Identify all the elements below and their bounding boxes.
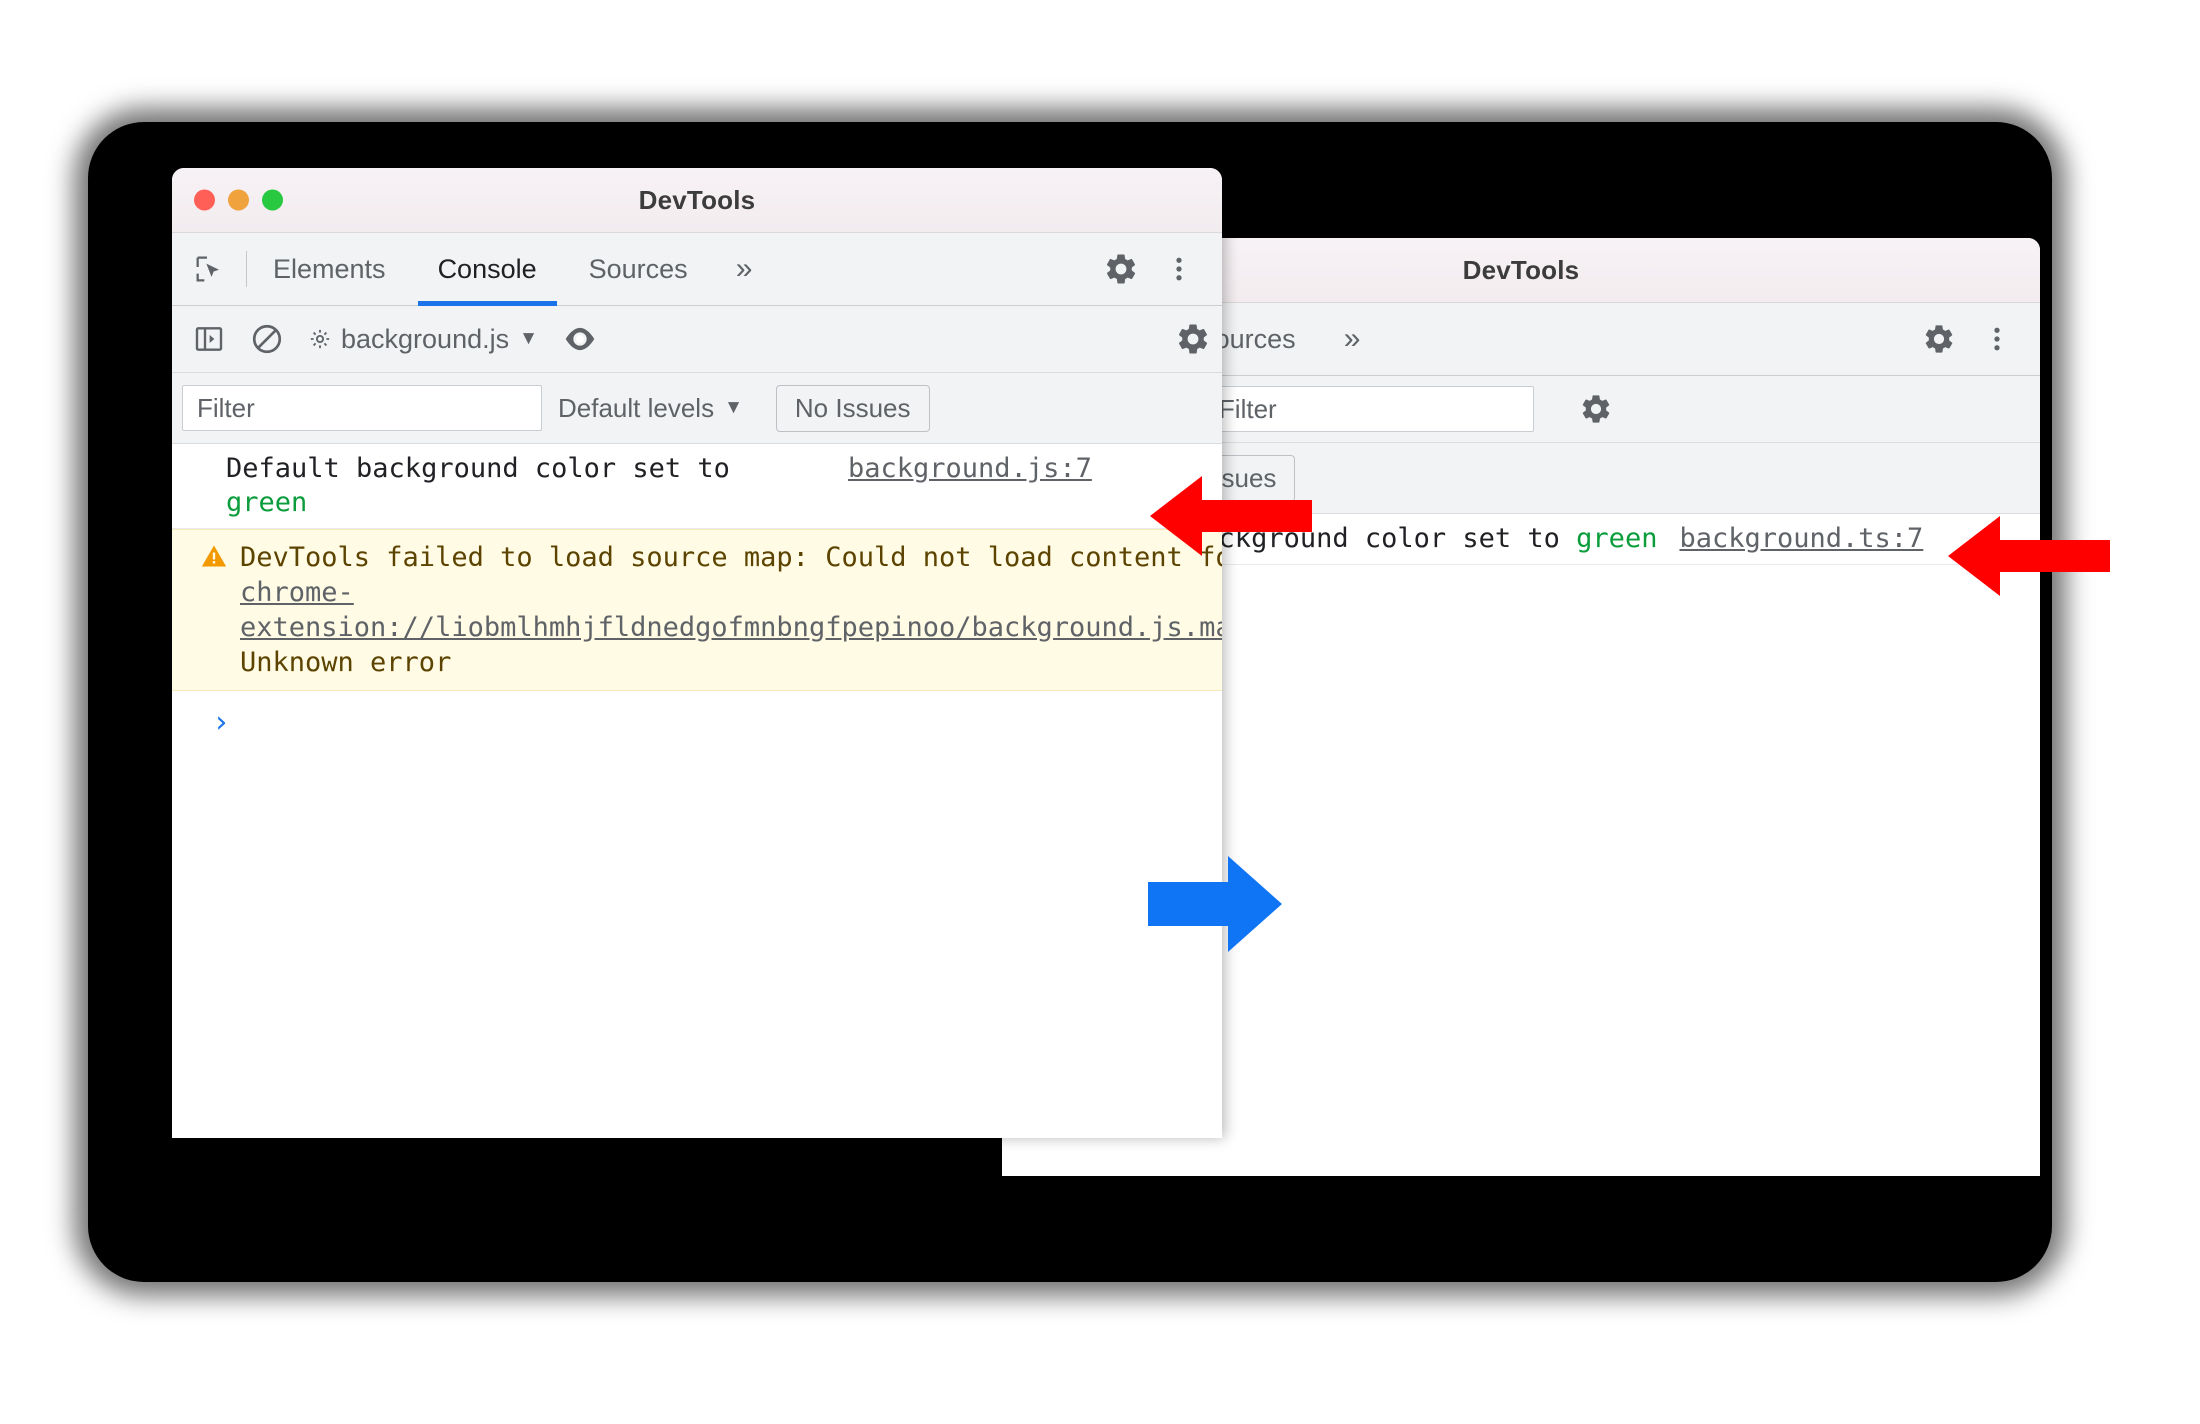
close-window-button[interactable]: [194, 189, 215, 211]
window1-warning-source-map-link[interactable]: chrome-extension://liobmlhmhjfldnedgofmn…: [240, 577, 1222, 643]
window1-traffic-lights: [194, 189, 283, 211]
window1-tab-sources-label: Sources: [588, 253, 688, 284]
window1-tab-console[interactable]: Console: [412, 233, 563, 306]
window1-console-settings-gear-icon[interactable]: [1164, 303, 1222, 375]
window1-gear-icon[interactable]: [1092, 233, 1150, 305]
window1-source-link[interactable]: background.js:7: [848, 452, 1092, 486]
window1-live-expression-eye-icon[interactable]: [551, 303, 609, 375]
window1-tab-elements-label: Elements: [273, 253, 386, 284]
window1-console-sidebar-icon[interactable]: [180, 303, 238, 375]
window1-titlebar: DevTools: [172, 168, 1222, 233]
window2-more-tabs-icon[interactable]: »: [1322, 303, 1383, 375]
window1-levels-caret-icon: ▼: [724, 397, 743, 418]
window1-more-tabs-icon[interactable]: »: [714, 233, 775, 305]
window1-title: DevTools: [638, 184, 756, 215]
window1-levels-label: Default levels: [558, 392, 715, 423]
window2-log-highlight: green: [1576, 523, 1658, 554]
window1-context-gear-icon: [309, 328, 331, 350]
window2-title: DevTools: [1462, 254, 1580, 285]
window1-filter-input[interactable]: Filter: [182, 385, 542, 431]
window1-log-levels-selector[interactable]: Default levels ▼: [558, 393, 743, 424]
window1-tab-console-label: Console: [437, 253, 537, 284]
window1-warning-text: DevTools failed to load source map: Coul…: [240, 540, 1222, 680]
window1-console-prompt[interactable]: ›: [172, 691, 1222, 754]
window2-gear-icon[interactable]: [1910, 303, 1968, 375]
window1-context-label: background.js: [341, 323, 510, 354]
window2-filter-placeholder: Filter: [1218, 393, 1277, 424]
window1-tab-sources[interactable]: Sources: [563, 233, 714, 305]
window1-clear-console-icon[interactable]: [238, 303, 296, 375]
devtools-window-before: DevTools Elements Console Sources » back…: [172, 168, 1222, 1138]
window1-inspect-button[interactable]: [172, 233, 246, 305]
red-arrow-left-annotation-1: [1150, 476, 1312, 556]
window2-kebab-menu-icon[interactable]: [1968, 303, 2026, 375]
window2-filter-input[interactable]: Filter: [1203, 386, 1534, 432]
window1-filter-placeholder: Filter: [197, 392, 255, 423]
window2-source-link[interactable]: background.ts:7: [1679, 522, 1923, 556]
window1-tabbar: Elements Console Sources »: [172, 233, 1222, 306]
window1-no-issues-button[interactable]: No Issues: [775, 384, 930, 432]
window1-console-body: Default background color set to green ba…: [172, 444, 1222, 754]
minimize-window-button[interactable]: [228, 189, 249, 211]
window2-console-settings-gear-icon[interactable]: [1567, 373, 1625, 445]
window1-warning-part1: DevTools failed to load source map: Coul…: [240, 541, 1222, 573]
window1-filter-row: Filter Default levels ▼ No Issues: [172, 373, 1222, 444]
window1-log-text: Default background color set to green: [226, 452, 826, 520]
red-arrow-left-annotation-2: [1948, 516, 2110, 596]
window1-log-message-row: Default background color set to green ba…: [172, 444, 1222, 529]
window1-warning-message-row: DevTools failed to load source map: Coul…: [172, 528, 1222, 691]
window1-console-toolbar: background.js ▼: [172, 306, 1222, 373]
window1-log-text-before: Default background color set to: [226, 453, 730, 484]
window1-context-caret-icon: ▼: [519, 328, 538, 349]
window1-kebab-menu-icon[interactable]: [1150, 233, 1208, 305]
warning-triangle-icon: [200, 542, 228, 579]
maximize-window-button[interactable]: [262, 189, 283, 211]
blue-arrow-right-annotation: [1148, 856, 1282, 952]
window1-context-selector[interactable]: background.js ▼: [297, 324, 550, 355]
window1-tab-elements[interactable]: Elements: [247, 233, 412, 305]
window1-log-highlight: green: [226, 486, 308, 518]
